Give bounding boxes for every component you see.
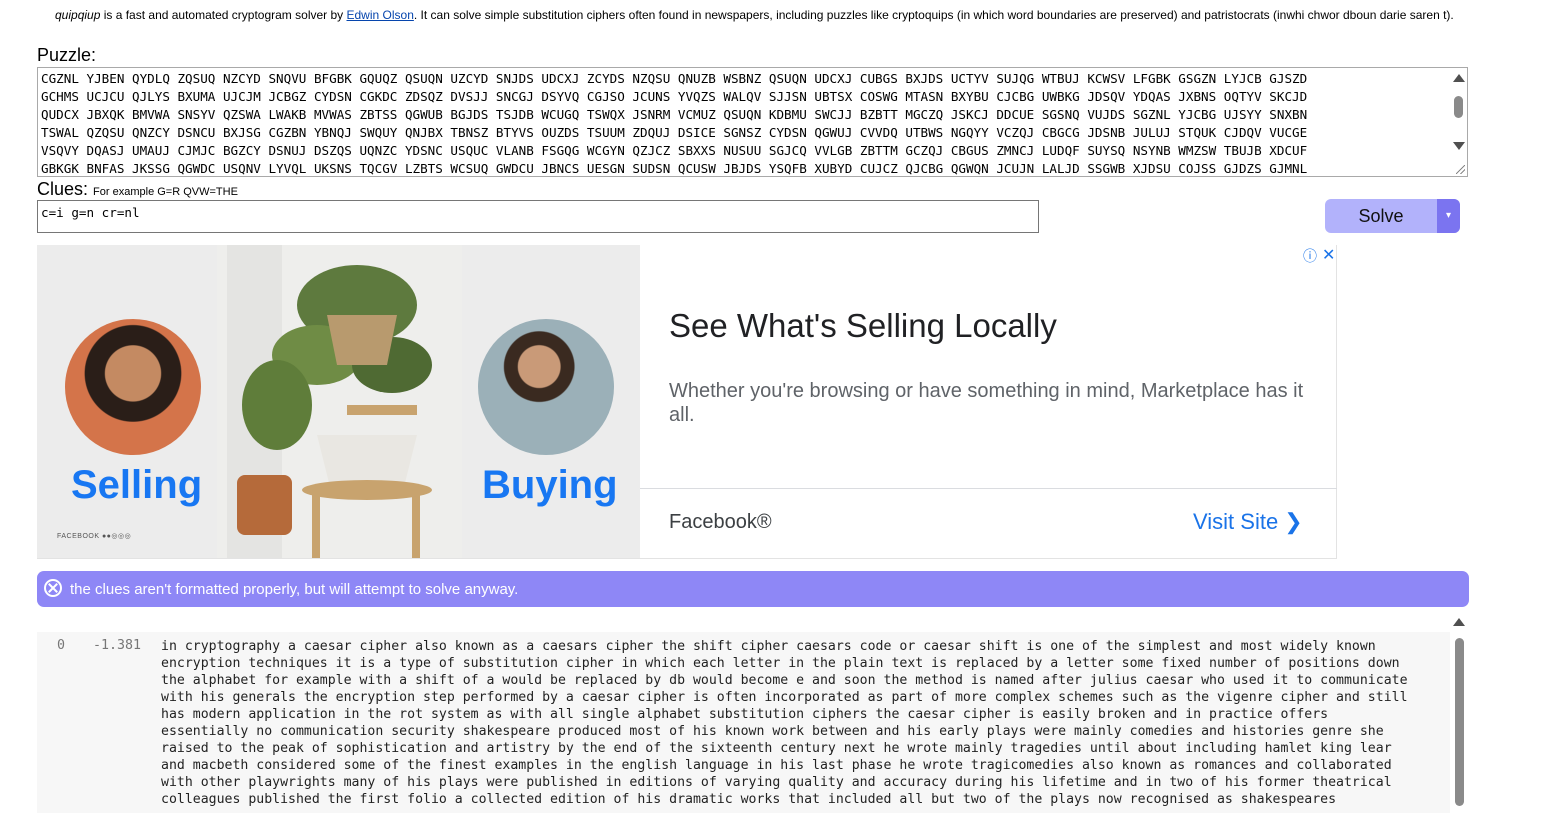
result-rank: 0 <box>57 638 66 653</box>
clues-label: Clues: For example G=R QVW=THE <box>37 179 238 200</box>
plants-illustration <box>217 245 462 558</box>
solve-button[interactable]: Solve ▾ <box>1325 199 1460 233</box>
result-solution-text[interactable]: in cryptography a caesar cipher also kno… <box>161 638 1408 808</box>
advertisement[interactable]: Selling Buying FACEBOOK ●●◎◎◎ ⓘ ✕ See Wh… <box>37 245 1337 559</box>
ad-close-icon[interactable]: ✕ <box>1322 245 1335 265</box>
intro-text-before: is a fast and automated cryptogram solve… <box>100 8 347 22</box>
ad-headline[interactable]: See What's Selling Locally <box>669 307 1057 345</box>
results-scroll-thumb[interactable] <box>1455 638 1464 806</box>
ad-image-panel[interactable]: Selling Buying FACEBOOK ●●◎◎◎ <box>37 245 640 558</box>
ad-selling-label: Selling <box>71 463 203 507</box>
seller-avatar <box>65 319 201 455</box>
resize-grip-icon[interactable] <box>1456 165 1465 174</box>
ad-buying-label: Buying <box>482 463 618 507</box>
warning-alert: the clues aren't formatted properly, but… <box>37 571 1469 607</box>
puzzle-textarea[interactable]: CGZNL YJBEN QYDLQ ZQSUQ NZCYD SNQVU BFGB… <box>37 67 1468 177</box>
clues-input[interactable]: c=i g=n cr=nl <box>37 200 1039 233</box>
app-name: quipqiup <box>55 8 101 22</box>
scroll-up-arrow-icon[interactable] <box>1453 74 1465 82</box>
intro-text: quipqiup is a fast and automated cryptog… <box>55 8 1454 22</box>
ad-body-text: Whether you're browsing or have somethin… <box>669 380 1304 426</box>
error-circle-icon <box>44 579 62 597</box>
alert-message: the clues aren't formatted properly, but… <box>70 581 519 598</box>
clues-label-text: Clues: <box>37 179 89 199</box>
ad-info-icon[interactable]: ⓘ <box>1303 246 1317 266</box>
solve-button-label[interactable]: Solve <box>1325 199 1437 233</box>
author-link[interactable]: Edwin Olson <box>347 8 414 22</box>
puzzle-text[interactable]: CGZNL YJBEN QYDLQ ZQSUQ NZCYD SNQVU BFGB… <box>41 70 1307 176</box>
facebook-mark: FACEBOOK ●●◎◎◎ <box>57 533 132 540</box>
clues-hint: For example G=R QVW=THE <box>93 186 238 198</box>
buyer-avatar <box>478 319 614 455</box>
results-panel: 0 -1.381 in cryptography a caesar cipher… <box>37 632 1468 813</box>
result-score: -1.381 <box>93 638 142 653</box>
puzzle-scrollbar[interactable] <box>1450 68 1467 176</box>
ad-brand: Facebook® <box>669 511 772 533</box>
puzzle-label: Puzzle: <box>37 45 97 65</box>
intro-text-after: . It can solve simple substitution ciphe… <box>413 8 1454 22</box>
scroll-thumb[interactable] <box>1454 96 1463 118</box>
plants-photo <box>217 245 462 558</box>
results-scrollbar[interactable] <box>1450 614 1468 813</box>
visit-site-link[interactable]: Visit Site ❯ <box>1193 509 1303 535</box>
ad-divider <box>640 488 1337 489</box>
scroll-down-arrow-icon[interactable] <box>1453 142 1465 150</box>
results-scroll-up-icon[interactable] <box>1453 618 1465 626</box>
solve-dropdown-icon[interactable]: ▾ <box>1437 199 1460 233</box>
